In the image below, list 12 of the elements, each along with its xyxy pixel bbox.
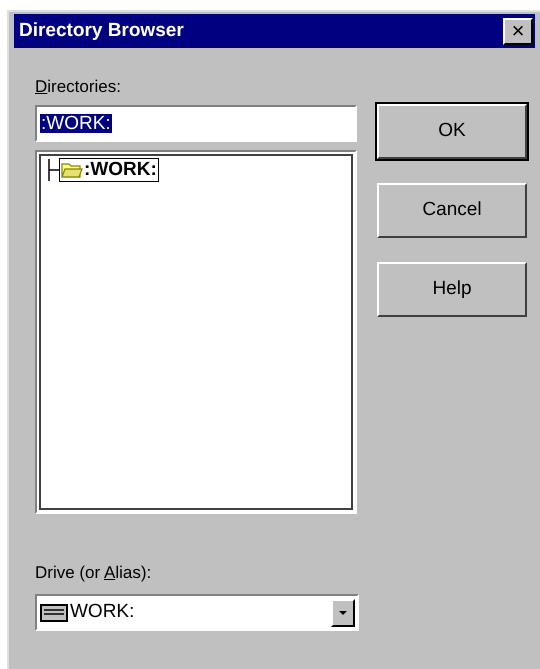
drive-icon [40,604,68,622]
drive-label: Drive (or Alias): [35,563,152,582]
folder-icon [61,161,83,179]
window-title: Directory Browser [19,18,184,43]
drive-dropdown[interactable]: WORK: [35,594,359,631]
dialog-button[interactable]: OK [377,104,527,159]
directories-label: Directories: [35,78,121,95]
close-button[interactable]: × [503,18,533,44]
dialog-button[interactable]: Cancel [377,183,527,238]
directory-field[interactable]: :WORK: [35,105,357,142]
dialog-button[interactable]: Help [377,262,527,317]
tree-item[interactable]: :WORK: [59,158,159,182]
